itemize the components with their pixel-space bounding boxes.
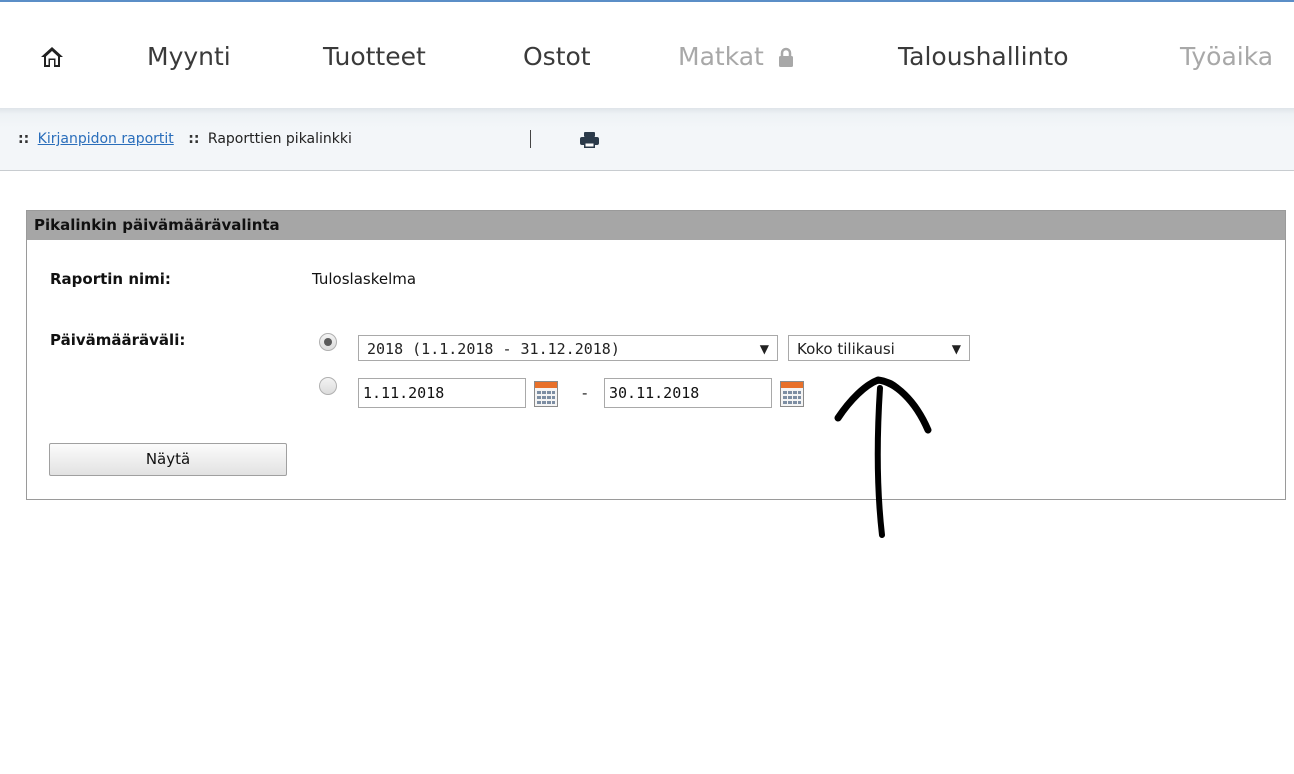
- chevron-down-icon: ▼: [759, 342, 769, 356]
- breadcrumb: :: Kirjanpidon raportit :: Raporttien pi…: [18, 131, 352, 147]
- date-separator: -: [582, 384, 588, 402]
- nav-item-taloushallinto[interactable]: Taloushallinto: [898, 42, 1069, 71]
- nav-item-tuotteet[interactable]: Tuotteet: [323, 42, 426, 71]
- period-select[interactable]: 2018 (1.1.2018 - 31.12.2018) ▼: [358, 335, 778, 361]
- radio-custom-range[interactable]: [319, 377, 337, 395]
- nav-item-myynti[interactable]: Myynti: [147, 42, 231, 71]
- panel-title: Pikalinkin päivämäärävalinta: [27, 211, 1285, 240]
- scope-select-value: Koko tilikausi: [797, 340, 895, 358]
- breadcrumb-separator: ::: [18, 131, 30, 147]
- home-icon[interactable]: [40, 46, 64, 68]
- print-icon[interactable]: [580, 132, 599, 148]
- nav-item-ostot[interactable]: Ostot: [523, 42, 591, 71]
- report-name-label: Raportin nimi:: [50, 270, 171, 288]
- radio-period[interactable]: [319, 333, 337, 351]
- calendar-icon[interactable]: [780, 381, 804, 407]
- calendar-icon[interactable]: [534, 381, 558, 407]
- chevron-down-icon: ▼: [951, 342, 961, 356]
- show-button[interactable]: Näytä: [49, 443, 287, 476]
- scope-select[interactable]: Koko tilikausi ▼: [788, 335, 970, 361]
- date-to-input[interactable]: [604, 378, 772, 408]
- nav-item-matkat-label: Matkat: [678, 42, 764, 71]
- breadcrumb-current: Raporttien pikalinkki: [207, 131, 352, 147]
- nav-item-tyoaika: Työaika: [1180, 42, 1274, 71]
- toolbar-divider: [530, 130, 531, 148]
- nav-item-matkat: Matkat: [678, 42, 794, 71]
- hand-drawn-arrow: [834, 376, 932, 538]
- date-range-label: Päivämääräväli:: [50, 331, 186, 349]
- breadcrumb-separator: ::: [188, 131, 200, 147]
- main-navigation: Myynti Tuotteet Ostot Matkat Taloushalli…: [0, 2, 1294, 108]
- period-select-value: 2018 (1.1.2018 - 31.12.2018): [367, 340, 620, 358]
- breadcrumb-link-kirjanpidon-raportit[interactable]: Kirjanpidon raportit: [38, 131, 174, 147]
- date-from-input[interactable]: [358, 378, 526, 408]
- breadcrumb-bar: :: Kirjanpidon raportit :: Raporttien pi…: [0, 108, 1294, 171]
- report-name-value: Tuloslaskelma: [312, 270, 417, 288]
- lock-icon: [778, 47, 793, 67]
